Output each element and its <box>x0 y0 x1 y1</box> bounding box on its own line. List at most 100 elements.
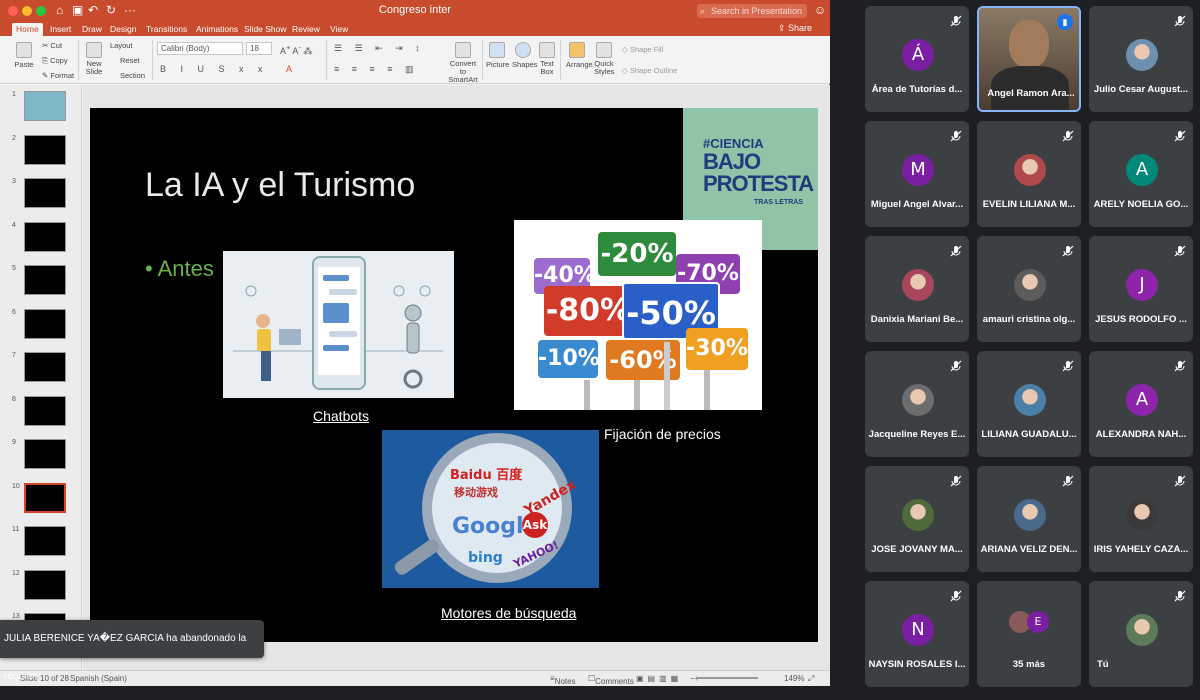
chatbot-illustration[interactable] <box>223 251 454 398</box>
zoom-level[interactable]: 149% <box>784 674 804 683</box>
fit-slide-icon[interactable]: ⤢ <box>808 674 814 684</box>
participant-tile[interactable]: E 35 más <box>977 581 1081 687</box>
slide-thumbnail[interactable]: 2 <box>8 134 81 173</box>
mic-off-icon <box>1173 474 1187 488</box>
participant-name: Tú <box>1097 659 1109 670</box>
participant-tile[interactable]: Tú <box>1089 581 1193 687</box>
slide-bullet[interactable]: • Antes <box>145 256 214 282</box>
share-button[interactable]: ⇪ Share <box>778 23 812 34</box>
slide-thumbnail[interactable]: 7 <box>8 352 81 390</box>
status-bar: Slide 10 of 28 Spanish (Spain) ≡ Notes ☐… <box>0 670 830 686</box>
zoom-slider[interactable]: −+ <box>690 674 758 683</box>
chatbots-caption[interactable]: Chatbots <box>313 408 369 424</box>
cut-button[interactable]: ✂ Cut <box>42 41 62 50</box>
participant-tile[interactable]: IRIS YAHELY CAZA... <box>1089 466 1193 572</box>
font-color-icon[interactable]: A <box>286 64 292 74</box>
price-signs-image[interactable]: -40% -20% -70% -80% -50% -10% -60% -30% <box>514 220 762 410</box>
grow-font-icon[interactable]: A+ A- ⁂ <box>280 43 312 57</box>
format-painter-button[interactable]: ✎ Format <box>42 71 74 80</box>
notes-label: Notes <box>554 677 576 686</box>
participant-tile[interactable]: Julio Cesar August... <box>1089 6 1193 112</box>
avatar-photo <box>1014 269 1046 301</box>
slide-thumbnail[interactable]: 5 <box>8 265 81 303</box>
convert-smartart-button[interactable]: Convert to SmartArt <box>446 42 480 84</box>
tab-insert[interactable]: Insert <box>46 23 75 36</box>
participant-tile[interactable]: amauri cristina olg... <box>977 236 1081 342</box>
tab-transitions[interactable]: Transitions <box>142 23 191 36</box>
slide-thumbnail[interactable]: 11 <box>8 526 81 564</box>
avatar-photo <box>1014 499 1046 531</box>
slide-thumbnail[interactable]: 1 <box>8 91 81 129</box>
tab-home[interactable]: Home <box>12 23 43 36</box>
reset-button[interactable]: Reset <box>120 56 140 65</box>
new-slide-button[interactable]: New Slide <box>84 42 104 76</box>
slide-thumbnail[interactable]: 3 <box>8 178 81 216</box>
text-format-buttons[interactable]: B I U S x x <box>160 64 269 74</box>
tab-animations[interactable]: Animations <box>192 23 242 36</box>
tab-draw[interactable]: Draw <box>78 23 106 36</box>
slide-thumbnail[interactable]: 6 <box>8 308 81 347</box>
tab-review[interactable]: Review <box>288 23 324 36</box>
copy-button[interactable]: ⎘ Copy <box>42 56 68 66</box>
shape-fill-button[interactable]: ◇ Shape Fill <box>622 45 663 54</box>
slide-preview <box>24 178 66 208</box>
slide-thumbnail[interactable]: 8 <box>8 395 81 434</box>
slide-number: 5 <box>12 265 16 272</box>
paste-button[interactable]: Paste <box>12 42 36 69</box>
text-box-label: Text Box <box>540 59 554 76</box>
participant-tile[interactable]: Jacqueline Reyes E... <box>865 351 969 457</box>
text-box-icon <box>539 42 555 58</box>
participant-tile[interactable]: J JESUS RODOLFO ... <box>1089 236 1193 342</box>
bullets-icon[interactable]: ☰ ☰ ⇤ ⇥ ↕ <box>334 43 425 54</box>
section-button[interactable]: Section <box>120 71 145 80</box>
account-icon[interactable]: ☺ <box>814 3 826 17</box>
search-input[interactable]: ⌕ Search in Presentation <box>697 4 807 18</box>
participant-tile[interactable]: N NAYSIN ROSALES I... <box>865 581 969 687</box>
participant-tile[interactable]: M Miguel Angel Alvar... <box>865 121 969 227</box>
slide-thumbnail[interactable]: 4 <box>8 221 81 260</box>
slide-thumbnail[interactable]: 9 <box>8 439 81 477</box>
language-indicator[interactable]: Spanish (Spain) <box>70 674 127 683</box>
shape-outline-button[interactable]: ◇ Shape Outline <box>622 66 677 75</box>
comments-button[interactable]: ☐ Comments <box>588 674 634 686</box>
participant-tile[interactable]: A ALEXANDRA NAH... <box>1089 351 1193 457</box>
tab-view[interactable]: View <box>326 23 352 36</box>
view-buttons[interactable]: ▣▤▥▦ <box>636 674 682 683</box>
search-engines-image[interactable]: Baidu 百度 移动游戏 Yandex Google Ask bing YAH… <box>382 430 599 588</box>
participant-name: Danixia Mariani Be... <box>870 314 964 325</box>
slide-preview <box>24 134 66 165</box>
slide-thumbnail-panel: 1 2 3 4 5 6 7 8 9 10 11 12 13 <box>0 85 82 670</box>
precios-caption[interactable]: Fijación de precios <box>604 426 721 442</box>
participant-tile[interactable]: LILIANA GUADALU... <box>977 351 1081 457</box>
shapes-button[interactable]: Shapes <box>512 42 537 69</box>
slide-title[interactable]: La IA y el Turismo <box>145 166 415 205</box>
tab-design[interactable]: Design <box>106 23 140 36</box>
quick-styles-button[interactable]: Quick Styles <box>594 42 614 76</box>
font-name-select[interactable]: Calibri (Body) <box>157 42 243 55</box>
notes-button[interactable]: ≡ Notes <box>550 674 576 686</box>
text-box-button[interactable]: Text Box <box>538 42 556 76</box>
layout-button[interactable]: Layout <box>110 41 133 50</box>
avatar-photo <box>902 269 934 301</box>
participant-tile[interactable]: EVELIN LILIANA M... <box>977 121 1081 227</box>
participant-tile[interactable]: ARIANA VELIZ DEN... <box>977 466 1081 572</box>
mic-off-icon <box>1173 14 1187 28</box>
tab-slide-show[interactable]: Slide Show <box>240 23 291 36</box>
current-slide[interactable]: La IA y el Turismo • Antes #CIENCIA BAJO… <box>90 108 818 642</box>
slide-number: 11 <box>12 526 20 533</box>
motores-caption[interactable]: Motores de búsqueda <box>441 605 576 621</box>
convert-label: Convert to SmartArt <box>448 59 478 84</box>
participant-name: 35 más <box>1012 659 1046 670</box>
participant-tile[interactable]: A ARELY NOELIA GO... <box>1089 121 1193 227</box>
arrange-button[interactable]: Arrange <box>566 42 593 69</box>
slide-thumbnail[interactable]: 10 <box>8 482 81 521</box>
mic-off-icon <box>1061 129 1075 143</box>
participant-tile[interactable]: Danixia Mariani Be... <box>865 236 969 342</box>
participant-tile[interactable]: JOSE JOVANY MA... <box>865 466 969 572</box>
alignment-icon[interactable]: ≡ ≡ ≡ ≡ ▥ <box>334 64 419 75</box>
picture-button[interactable]: Picture <box>486 42 509 69</box>
slide-thumbnail[interactable]: 12 <box>8 569 81 608</box>
font-size-select[interactable]: 18 <box>246 42 272 55</box>
participant-tile[interactable]: ▮ Angel Ramon Ara... <box>977 6 1081 112</box>
participant-tile[interactable]: Á Área de Tutorías d... <box>865 6 969 112</box>
